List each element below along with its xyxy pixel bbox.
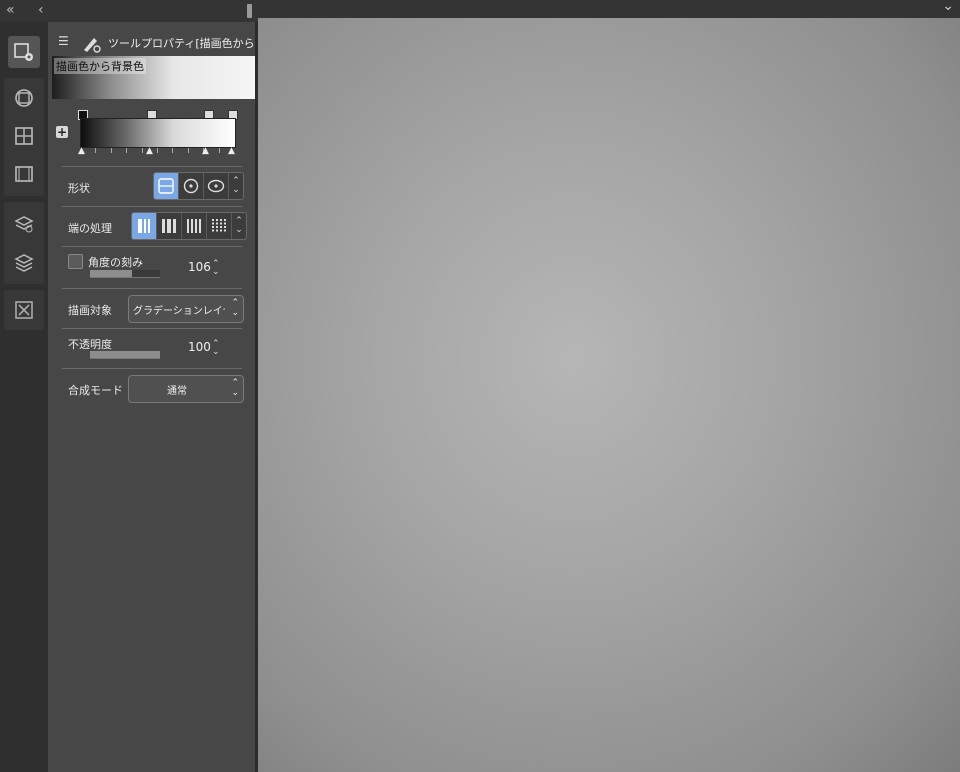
gradient-ticks xyxy=(80,148,234,156)
shape-circle-button[interactable] xyxy=(179,173,204,199)
shape-label: 形状 xyxy=(68,182,90,195)
blend-mode-label: 合成モード xyxy=(68,384,123,397)
shape-ellipse-button[interactable] xyxy=(204,173,229,199)
panel-resize-grip[interactable] xyxy=(247,4,252,18)
edge-button-group: ⌃ ⌄ xyxy=(131,212,247,240)
animation-cel-icon[interactable] xyxy=(8,158,40,190)
opacity-caret-3[interactable]: ▲ xyxy=(202,146,209,156)
opacity-value[interactable]: 100 xyxy=(188,340,211,354)
opacity-caret-mid[interactable]: ▲ xyxy=(146,146,153,156)
blend-mode-value: 通常 xyxy=(167,386,187,397)
divider xyxy=(62,328,242,329)
blend-dropdown-arrow: ⌃ ⌄ xyxy=(231,378,239,398)
shape-button-group: ⌃ ⌄ xyxy=(153,172,244,200)
target-value: グラデーションレイヤー xyxy=(133,306,225,317)
angle-step-spinner[interactable]: ⌃ ⌄ xyxy=(212,260,220,277)
opacity-spinner[interactable]: ⌃ ⌄ xyxy=(212,340,220,357)
target-dropdown-arrow: ⌃ ⌄ xyxy=(231,298,239,318)
collapse-button[interactable]: ‹ xyxy=(38,2,44,18)
tool-property-panel: ☰ ツールプロパティ[描画色から 描画色から背景色 + ▲ ▲ ▲ ▲ 形状 ⌃… xyxy=(48,22,255,772)
layer-property-icon[interactable] xyxy=(8,120,40,152)
edge-fill-button[interactable] xyxy=(207,213,232,239)
layer-search-icon[interactable] xyxy=(8,208,40,240)
shape-spinner[interactable]: ⌃ ⌄ xyxy=(229,173,243,199)
tool-property-icon[interactable] xyxy=(8,36,40,68)
gradient-tool-icon xyxy=(80,32,102,54)
divider xyxy=(62,368,242,369)
collapse-all-button[interactable]: « xyxy=(6,2,15,18)
blend-mode-dropdown[interactable]: 通常 ⌃ ⌄ xyxy=(128,375,244,403)
panel-menu-icon[interactable]: ☰ xyxy=(58,34,69,48)
angle-step-checkbox[interactable] xyxy=(68,254,83,269)
gradient-editor-bar[interactable] xyxy=(80,118,236,148)
shape-linear-button[interactable] xyxy=(154,173,179,199)
target-dropdown[interactable]: グラデーションレイヤー ⌃⌄ xyxy=(128,295,244,323)
panel-icon-strip xyxy=(0,22,48,772)
divider xyxy=(62,206,242,207)
edge-reflect-button[interactable] xyxy=(182,213,207,239)
canvas-area[interactable] xyxy=(258,18,960,772)
opacity-caret-end[interactable]: ▲ xyxy=(228,146,235,156)
edge-spinner[interactable]: ⌃ ⌄ xyxy=(232,213,246,239)
expand-chevron-icon[interactable]: ⌄ xyxy=(942,0,954,14)
angle-step-label: 角度の刻み xyxy=(88,256,143,269)
divider xyxy=(62,166,242,167)
opacity-caret-start[interactable]: ▲ xyxy=(78,146,85,156)
edge-none-button[interactable] xyxy=(132,213,157,239)
divider xyxy=(62,288,242,289)
layer-icon[interactable] xyxy=(8,246,40,278)
edge-label: 端の処理 xyxy=(68,222,112,235)
panel-title: ツールプロパティ[描画色から xyxy=(108,37,255,50)
preset-label: 描画色から背景色 xyxy=(54,58,146,74)
angle-step-slider[interactable] xyxy=(90,270,160,278)
target-label: 描画対象 xyxy=(68,304,112,317)
divider xyxy=(62,246,242,247)
add-stop-button[interactable]: + xyxy=(56,126,68,138)
angle-step-value[interactable]: 106 xyxy=(188,260,211,274)
edge-repeat-button[interactable] xyxy=(157,213,182,239)
panel-title-bar: ☰ ツールプロパティ[描画色から xyxy=(54,32,255,54)
close-panel-icon[interactable] xyxy=(8,294,40,326)
opacity-slider[interactable] xyxy=(90,351,160,359)
gradient-preset-preview[interactable]: 描画色から背景色 xyxy=(52,56,255,99)
opacity-label: 不透明度 xyxy=(68,338,112,351)
sub-view-icon[interactable] xyxy=(8,82,40,114)
